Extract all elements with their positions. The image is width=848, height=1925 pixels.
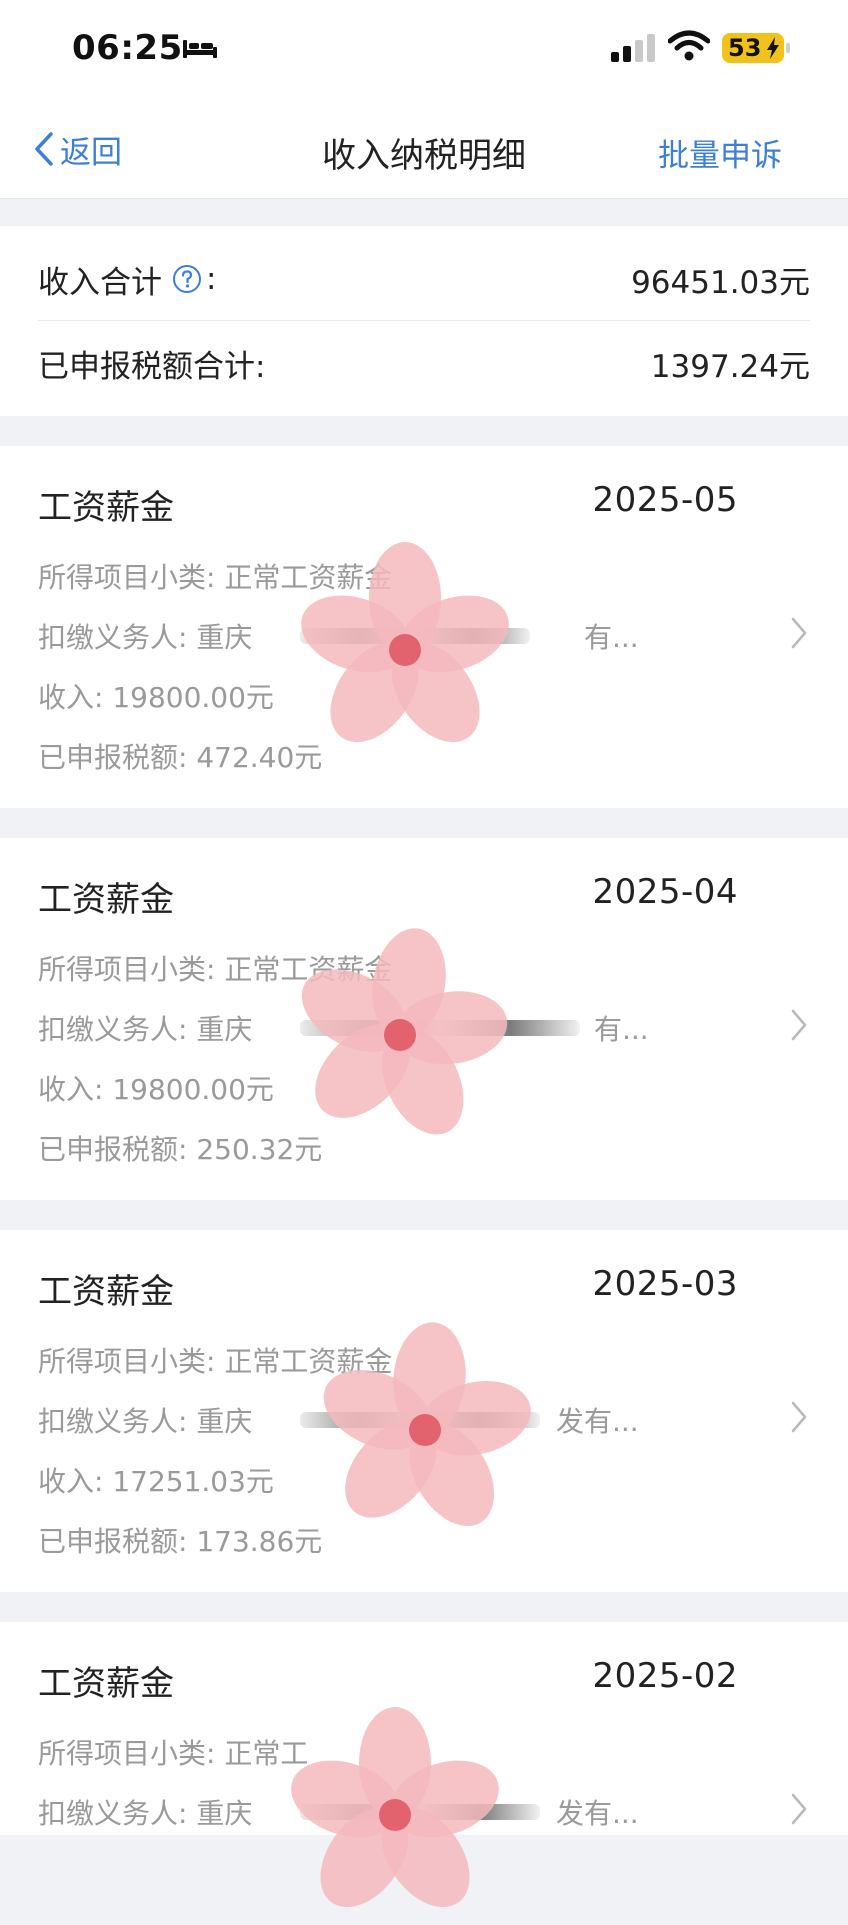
record-withholder-prefix: 扣缴义务人: 重庆 (38, 1797, 253, 1830)
tax-total-row: 已申报税额合计: 1397.24元 (38, 322, 810, 404)
tax-total-label: 已申报税额合计: (38, 348, 266, 385)
help-question-icon[interactable] (172, 264, 202, 294)
record-type: 工资薪金 (38, 880, 174, 920)
tax-total-value: 1397.24元 (650, 348, 810, 385)
income-record-card[interactable]: 工资薪金 2025-03 所得项目小类: 正常工资薪金 扣缴义务人: 重庆 发有… (0, 1230, 848, 1592)
record-type: 工资薪金 (38, 488, 174, 528)
wifi-icon (668, 30, 710, 61)
income-total-label: 收入合计 (38, 264, 162, 301)
status-time: 06:25 (72, 28, 183, 68)
redaction-blur (300, 1804, 540, 1820)
summary-card: 收入合计 : 96451.03元 已申报税额合计: 1397.24元 (0, 226, 848, 416)
cellular-signal-icon (611, 34, 655, 62)
record-date: 2025-03 (592, 1264, 738, 1304)
record-income: 收入: 17251.03元 (38, 1465, 274, 1498)
charging-bolt-icon (767, 37, 779, 59)
chevron-right-icon (791, 1009, 807, 1041)
nav-bar: 返回 收入纳税明细 批量申诉 (0, 100, 848, 199)
chevron-right-icon (791, 1401, 807, 1433)
record-date: 2025-05 (592, 480, 738, 520)
record-tax: 已申报税额: 472.40元 (38, 741, 323, 774)
record-subcategory: 所得项目小类: 正常工 (38, 1737, 309, 1770)
record-date: 2025-02 (592, 1656, 738, 1696)
record-type: 工资薪金 (38, 1664, 174, 1704)
income-total-colon: : (206, 261, 217, 297)
record-subcategory: 所得项目小类: 正常工资薪金 (38, 1345, 393, 1378)
record-income: 收入: 19800.00元 (38, 1073, 274, 1106)
income-record-card[interactable]: 工资薪金 2025-02 所得项目小类: 正常工 扣缴义务人: 重庆 发有... (0, 1622, 848, 1835)
status-bar: 06:25 53 (0, 0, 848, 100)
income-record-card[interactable]: 工资薪金 2025-05 所得项目小类: 正常工资薪金 扣缴义务人: 重庆 有.… (0, 446, 848, 808)
redaction-blur (300, 1020, 580, 1036)
record-income: 收入: 19800.00元 (38, 681, 274, 714)
income-total-row: 收入合计 : 96451.03元 (38, 238, 810, 321)
record-withholder-suffix: 有... (584, 621, 639, 654)
battery-indicator: 53 (722, 33, 784, 63)
income-total-value: 96451.03元 (631, 264, 810, 301)
batch-appeal-button[interactable]: 批量申诉 (658, 130, 782, 175)
record-withholder-suffix: 发有... (556, 1797, 639, 1830)
chevron-right-icon (791, 1793, 807, 1825)
redaction-blur (300, 628, 530, 644)
battery-cap (786, 43, 790, 53)
record-withholder-suffix: 有... (594, 1013, 649, 1046)
sleep-bed-icon (183, 40, 217, 58)
record-withholder-prefix: 扣缴义务人: 重庆 (38, 1405, 253, 1438)
record-tax: 已申报税额: 250.32元 (38, 1133, 323, 1166)
redaction-blur (300, 1412, 540, 1428)
record-withholder-prefix: 扣缴义务人: 重庆 (38, 621, 253, 654)
record-date: 2025-04 (592, 872, 738, 912)
record-subcategory: 所得项目小类: 正常工资薪金 (38, 953, 393, 986)
record-withholder-suffix: 发有... (556, 1405, 639, 1438)
record-withholder-prefix: 扣缴义务人: 重庆 (38, 1013, 253, 1046)
record-type: 工资薪金 (38, 1272, 174, 1312)
income-record-card[interactable]: 工资薪金 2025-04 所得项目小类: 正常工资薪金 扣缴义务人: 重庆 有.… (0, 838, 848, 1200)
battery-level: 53 (728, 34, 762, 62)
record-tax: 已申报税额: 173.86元 (38, 1525, 323, 1558)
record-subcategory: 所得项目小类: 正常工资薪金 (38, 561, 393, 594)
chevron-right-icon (791, 617, 807, 649)
